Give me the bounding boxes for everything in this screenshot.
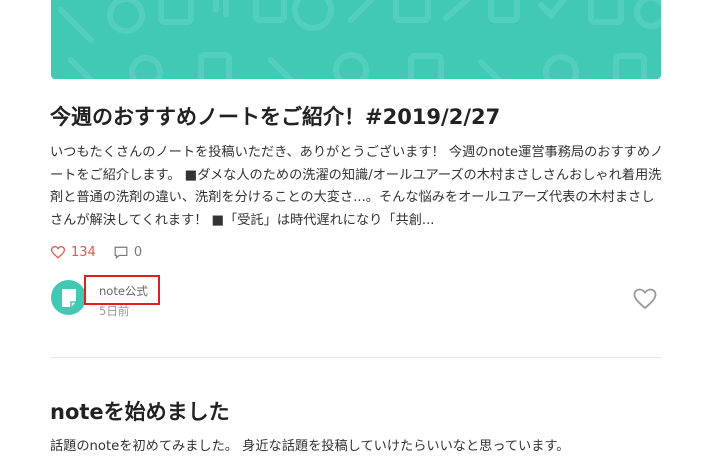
- heart-outline-icon: [633, 288, 657, 310]
- comment-count-value: 0: [133, 244, 143, 260]
- like-count[interactable]: 134: [51, 245, 96, 260]
- post-title-2[interactable]: noteを始めました: [50, 397, 230, 427]
- heart-icon: [51, 245, 65, 259]
- post-meta: 134 0: [51, 242, 142, 262]
- post-title[interactable]: 今週のおすすめノートをご紹介！#2019/2/27: [50, 102, 670, 132]
- note-icon: [61, 288, 76, 307]
- post-date: 5日前: [99, 304, 130, 318]
- post-divider: [51, 357, 661, 358]
- post-header-image[interactable]: [51, 0, 661, 79]
- like-count-value: 134: [71, 244, 96, 260]
- comment-icon: [114, 246, 128, 259]
- author-avatar[interactable]: [51, 280, 86, 315]
- comment-count[interactable]: 0: [114, 245, 142, 260]
- pattern-decoration: [58, 0, 661, 79]
- author-name[interactable]: note公式: [99, 283, 148, 299]
- like-button[interactable]: [633, 288, 657, 310]
- post-excerpt[interactable]: いつもたくさんのノートを投稿いただき、ありがとうございます！ 今週のnote運営…: [50, 142, 666, 232]
- post-excerpt-2[interactable]: 話題のnoteを初めてみました。 身近な話題を投稿していけたらいいなと思っていま…: [50, 436, 569, 458]
